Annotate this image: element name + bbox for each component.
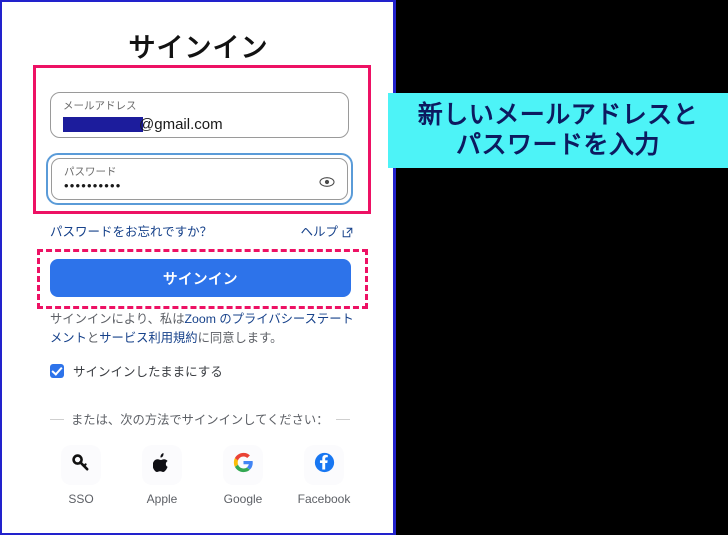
- annotation-line-2: パスワードを入力: [455, 130, 660, 159]
- divider-line-right: [335, 418, 350, 420]
- google-tile[interactable]: [223, 445, 263, 485]
- help-link[interactable]: ヘルプ: [300, 221, 338, 240]
- terms-of-service-link[interactable]: サービス利用規約: [99, 331, 197, 345]
- email-field-value: @gmail.com: [63, 113, 223, 135]
- signin-panel-inner: サインイン メールアドレス @gmail.com パスワード •••••••••…: [2, 2, 393, 533]
- terms-part-2: と: [86, 331, 100, 346]
- terms-part-3: に同意します。: [197, 331, 283, 346]
- help-link-wrapper[interactable]: ヘルプ: [300, 221, 353, 240]
- key-icon: [71, 453, 91, 478]
- external-link-icon: [342, 225, 353, 238]
- social-login-google[interactable]: Google: [212, 445, 274, 506]
- social-login-facebook[interactable]: Facebook: [293, 445, 355, 506]
- social-login-apple[interactable]: Apple: [131, 445, 193, 506]
- keep-signed-in-checkbox[interactable]: [50, 363, 64, 378]
- sso-label: SSO: [68, 492, 94, 506]
- password-field-inner: パスワード ••••••••••: [51, 158, 348, 200]
- terms-paragraph: サインインにより、私はZoom のプライバシーステートメントとサービス利用規約に…: [50, 310, 355, 348]
- links-row: パスワードをお忘れですか？ ヘルプ: [50, 221, 353, 240]
- annotation-callout: 新しいメールアドレスと パスワードを入力: [388, 93, 728, 168]
- facebook-tile[interactable]: [304, 445, 344, 485]
- signin-submit-button[interactable]: サインイン: [50, 259, 351, 297]
- password-field[interactable]: パスワード ••••••••••: [46, 153, 353, 205]
- divider-line-left: [50, 418, 64, 420]
- email-domain-text: @gmail.com: [139, 115, 223, 133]
- social-divider: または、次の方法でサインインしてください：: [50, 410, 355, 428]
- divider-text: または、次の方法でサインインしてください：: [71, 413, 329, 427]
- signin-panel: サインイン メールアドレス @gmail.com パスワード •••••••••…: [0, 0, 396, 535]
- social-login-row: SSO Apple Google Facebook: [50, 445, 355, 506]
- page-title: サインイン: [128, 33, 269, 63]
- google-icon: [233, 452, 254, 478]
- keep-signed-in-label: サインインしたままにする: [73, 365, 223, 379]
- email-redaction-bar: [63, 116, 143, 132]
- keep-signed-in-row[interactable]: サインインしたままにする: [50, 361, 223, 380]
- password-masked-value: ••••••••••: [64, 178, 122, 193]
- email-field-label: メールアドレス: [63, 100, 137, 112]
- screen-background: サインイン メールアドレス @gmail.com パスワード •••••••••…: [0, 0, 728, 535]
- eye-icon[interactable]: [319, 175, 335, 187]
- forgot-password-link[interactable]: パスワードをお忘れですか？: [50, 221, 212, 240]
- google-label: Google: [223, 492, 263, 506]
- facebook-icon: [314, 452, 335, 478]
- annotation-line-1: 新しいメールアドレスと: [417, 101, 699, 129]
- apple-label: Apple: [146, 492, 178, 506]
- social-login-sso[interactable]: SSO: [50, 445, 112, 506]
- email-field[interactable]: メールアドレス @gmail.com: [50, 92, 349, 138]
- terms-part-1: サインインにより、私は: [50, 312, 185, 326]
- facebook-label: Facebook: [297, 492, 351, 506]
- password-field-label: パスワード: [64, 166, 117, 178]
- apple-icon: [152, 452, 172, 478]
- apple-tile[interactable]: [142, 445, 182, 485]
- sso-tile[interactable]: [61, 445, 101, 485]
